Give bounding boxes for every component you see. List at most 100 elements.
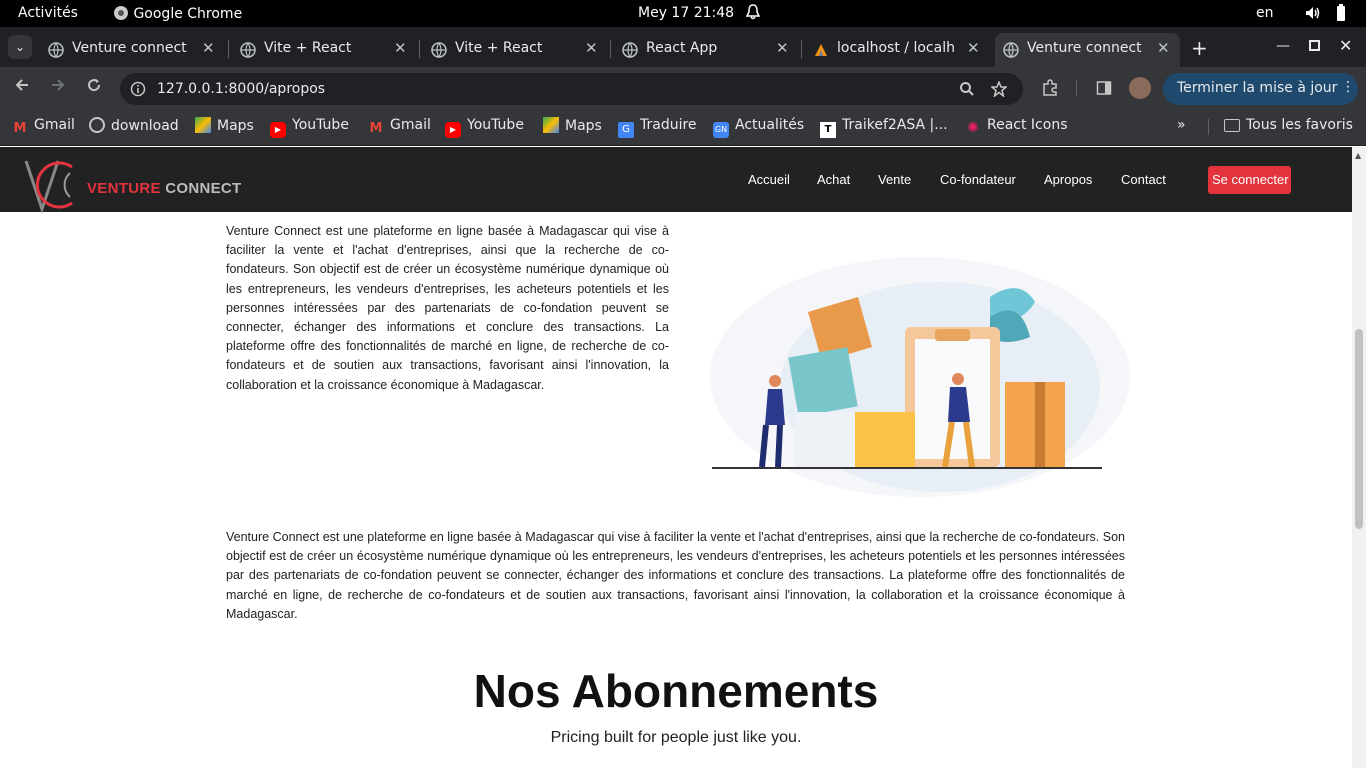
close-tab-icon[interactable]: ✕	[776, 39, 789, 57]
all-bookmarks-folder[interactable]: Tous les favoris	[1224, 117, 1353, 133]
extensions-icon[interactable]	[1041, 79, 1059, 101]
tab-title: Vite + React	[455, 40, 543, 56]
scrollbar-thumb[interactable]	[1355, 329, 1363, 529]
bookmark-label: Traduire	[640, 117, 697, 133]
system-top-bar: Activités Google Chrome Mey 17 21:48 en	[0, 0, 1366, 27]
folder-icon	[1224, 119, 1240, 132]
bookmark-youtube[interactable]: ▶ YouTube	[270, 117, 349, 138]
reload-icon[interactable]	[86, 77, 102, 97]
page-viewport: VENTURE CONNECT Accueil Achat Vente Co-f…	[0, 147, 1352, 768]
bookmark-label: YouTube	[292, 117, 349, 133]
bookmark-traikef[interactable]: T Traikef2ASA |...	[820, 117, 948, 138]
close-tab-icon[interactable]: ✕	[1157, 39, 1170, 57]
nav-vente[interactable]: Vente	[878, 172, 911, 187]
tab[interactable]: Vite + React ✕	[232, 33, 417, 67]
bookmark-youtube[interactable]: ▶ YouTube	[445, 117, 524, 138]
more-bookmarks-icon[interactable]: »	[1177, 117, 1186, 133]
nav-accueil[interactable]: Accueil	[748, 172, 790, 187]
about-paragraph-full: Venture Connect est une plateforme en li…	[226, 530, 1125, 621]
globe-icon	[48, 42, 64, 58]
gmail-icon: M	[369, 121, 383, 136]
maximize-icon[interactable]	[1309, 40, 1320, 51]
maps-icon	[543, 117, 559, 133]
globe-icon	[622, 42, 638, 58]
url-text: 127.0.0.1:8000/apropos	[157, 81, 326, 97]
nav-apropos[interactable]: Apropos	[1044, 172, 1092, 187]
back-icon[interactable]	[14, 77, 30, 97]
update-button[interactable]: Terminer la mise à jour ⋮	[1163, 73, 1358, 105]
venture-connect-logo-icon[interactable]	[20, 159, 78, 219]
minimize-icon[interactable]: —	[1276, 38, 1290, 54]
close-tab-icon[interactable]: ✕	[967, 39, 980, 57]
browser-toolbar: 127.0.0.1:8000/apropos Terminer la mise …	[0, 67, 1366, 108]
gmail-icon: M	[13, 121, 27, 136]
more-menu-icon: ⋮	[1341, 79, 1355, 95]
logo-word-venture: VENTURE	[87, 180, 161, 197]
language-indicator[interactable]: en	[1256, 5, 1274, 21]
bookmark-gmail[interactable]: M Gmail	[368, 117, 431, 137]
close-tab-icon[interactable]: ✕	[202, 39, 215, 57]
bookmark-label: Actualités	[735, 117, 805, 133]
login-label: Se connecter	[1212, 172, 1289, 187]
bookmark-label: React Icons	[987, 117, 1068, 133]
page-scrollbar[interactable]: ▲	[1352, 147, 1366, 768]
update-label: Terminer la mise à jour	[1177, 80, 1338, 96]
translate-icon: G	[618, 122, 634, 138]
bookmark-translate[interactable]: G Traduire	[618, 117, 697, 138]
activities-button[interactable]: Activités	[18, 5, 78, 21]
bookmark-gmail[interactable]: M Gmail	[12, 117, 75, 137]
globe-icon	[431, 42, 447, 58]
news-icon: GN	[713, 122, 729, 138]
bookmark-maps[interactable]: Maps	[195, 117, 254, 134]
close-window-icon[interactable]: ✕	[1339, 36, 1352, 55]
logo-word-connect: CONNECT	[165, 180, 242, 197]
tab[interactable]: Vite + React ✕	[423, 33, 608, 67]
tab-title: Venture connect	[72, 40, 187, 56]
side-panel-icon[interactable]	[1096, 80, 1112, 100]
volume-icon[interactable]	[1304, 4, 1322, 26]
tab-title: React App	[646, 40, 718, 56]
bookmark-label: Maps	[217, 118, 254, 134]
bookmark-maps[interactable]: Maps	[543, 117, 602, 134]
tab[interactable]: Venture connect ✕	[40, 33, 225, 67]
tab[interactable]: localhost / localhost ✕	[805, 33, 990, 67]
zoom-icon[interactable]	[959, 81, 975, 97]
login-button[interactable]: Se connecter	[1208, 166, 1291, 194]
tab[interactable]: React App ✕	[614, 33, 799, 67]
youtube-icon: ▶	[270, 122, 286, 138]
close-tab-icon[interactable]: ✕	[394, 39, 407, 57]
bookmark-react-icons[interactable]: ✺ React Icons	[965, 117, 1068, 136]
bookmark-download[interactable]: download	[89, 117, 179, 134]
nav-co-fondateur[interactable]: Co-fondateur	[940, 172, 1016, 187]
maps-icon	[195, 117, 211, 133]
site-logo-text[interactable]: VENTURE CONNECT	[87, 180, 242, 197]
phpmyadmin-icon	[815, 44, 827, 56]
avatar[interactable]	[1129, 77, 1151, 99]
new-tab-icon[interactable]: +	[1191, 36, 1208, 60]
bookmarks-bar: M Gmail download Maps ▶ YouTube M Gmail ▶ Yo…	[0, 108, 1366, 146]
react-icon: ✺	[967, 120, 979, 136]
bookmark-star-icon[interactable]	[991, 81, 1007, 97]
tab-active[interactable]: Venture connect ✕	[995, 33, 1180, 67]
bookmark-label: download	[111, 118, 179, 134]
bookmark-label: YouTube	[467, 117, 524, 133]
section-heading: Nos Abonnements	[473, 665, 879, 717]
nav-contact[interactable]: Contact	[1121, 172, 1166, 187]
site-info-icon[interactable]	[130, 81, 146, 97]
address-bar[interactable]: 127.0.0.1:8000/apropos	[120, 73, 1023, 105]
tab-title: Vite + React	[264, 40, 352, 56]
bookmark-label: Gmail	[390, 117, 431, 133]
nav-achat[interactable]: Achat	[817, 172, 850, 187]
clock[interactable]: Mey 17 21:48	[638, 5, 734, 21]
app-menu[interactable]: Google Chrome	[113, 5, 242, 22]
close-tab-icon[interactable]: ✕	[585, 39, 598, 57]
tab-search-button[interactable]: ⌄	[8, 35, 32, 59]
scroll-up-icon[interactable]: ▲	[1355, 151, 1361, 160]
business-illustration	[710, 257, 1130, 497]
tab-title: Venture connect	[1027, 40, 1142, 56]
site-navbar: VENTURE CONNECT Accueil Achat Vente Co-f…	[0, 147, 1352, 214]
bell-icon[interactable]	[745, 3, 761, 25]
battery-icon[interactable]	[1336, 4, 1346, 26]
bookmark-news[interactable]: GN Actualités	[713, 117, 804, 138]
forward-icon[interactable]	[50, 77, 66, 97]
